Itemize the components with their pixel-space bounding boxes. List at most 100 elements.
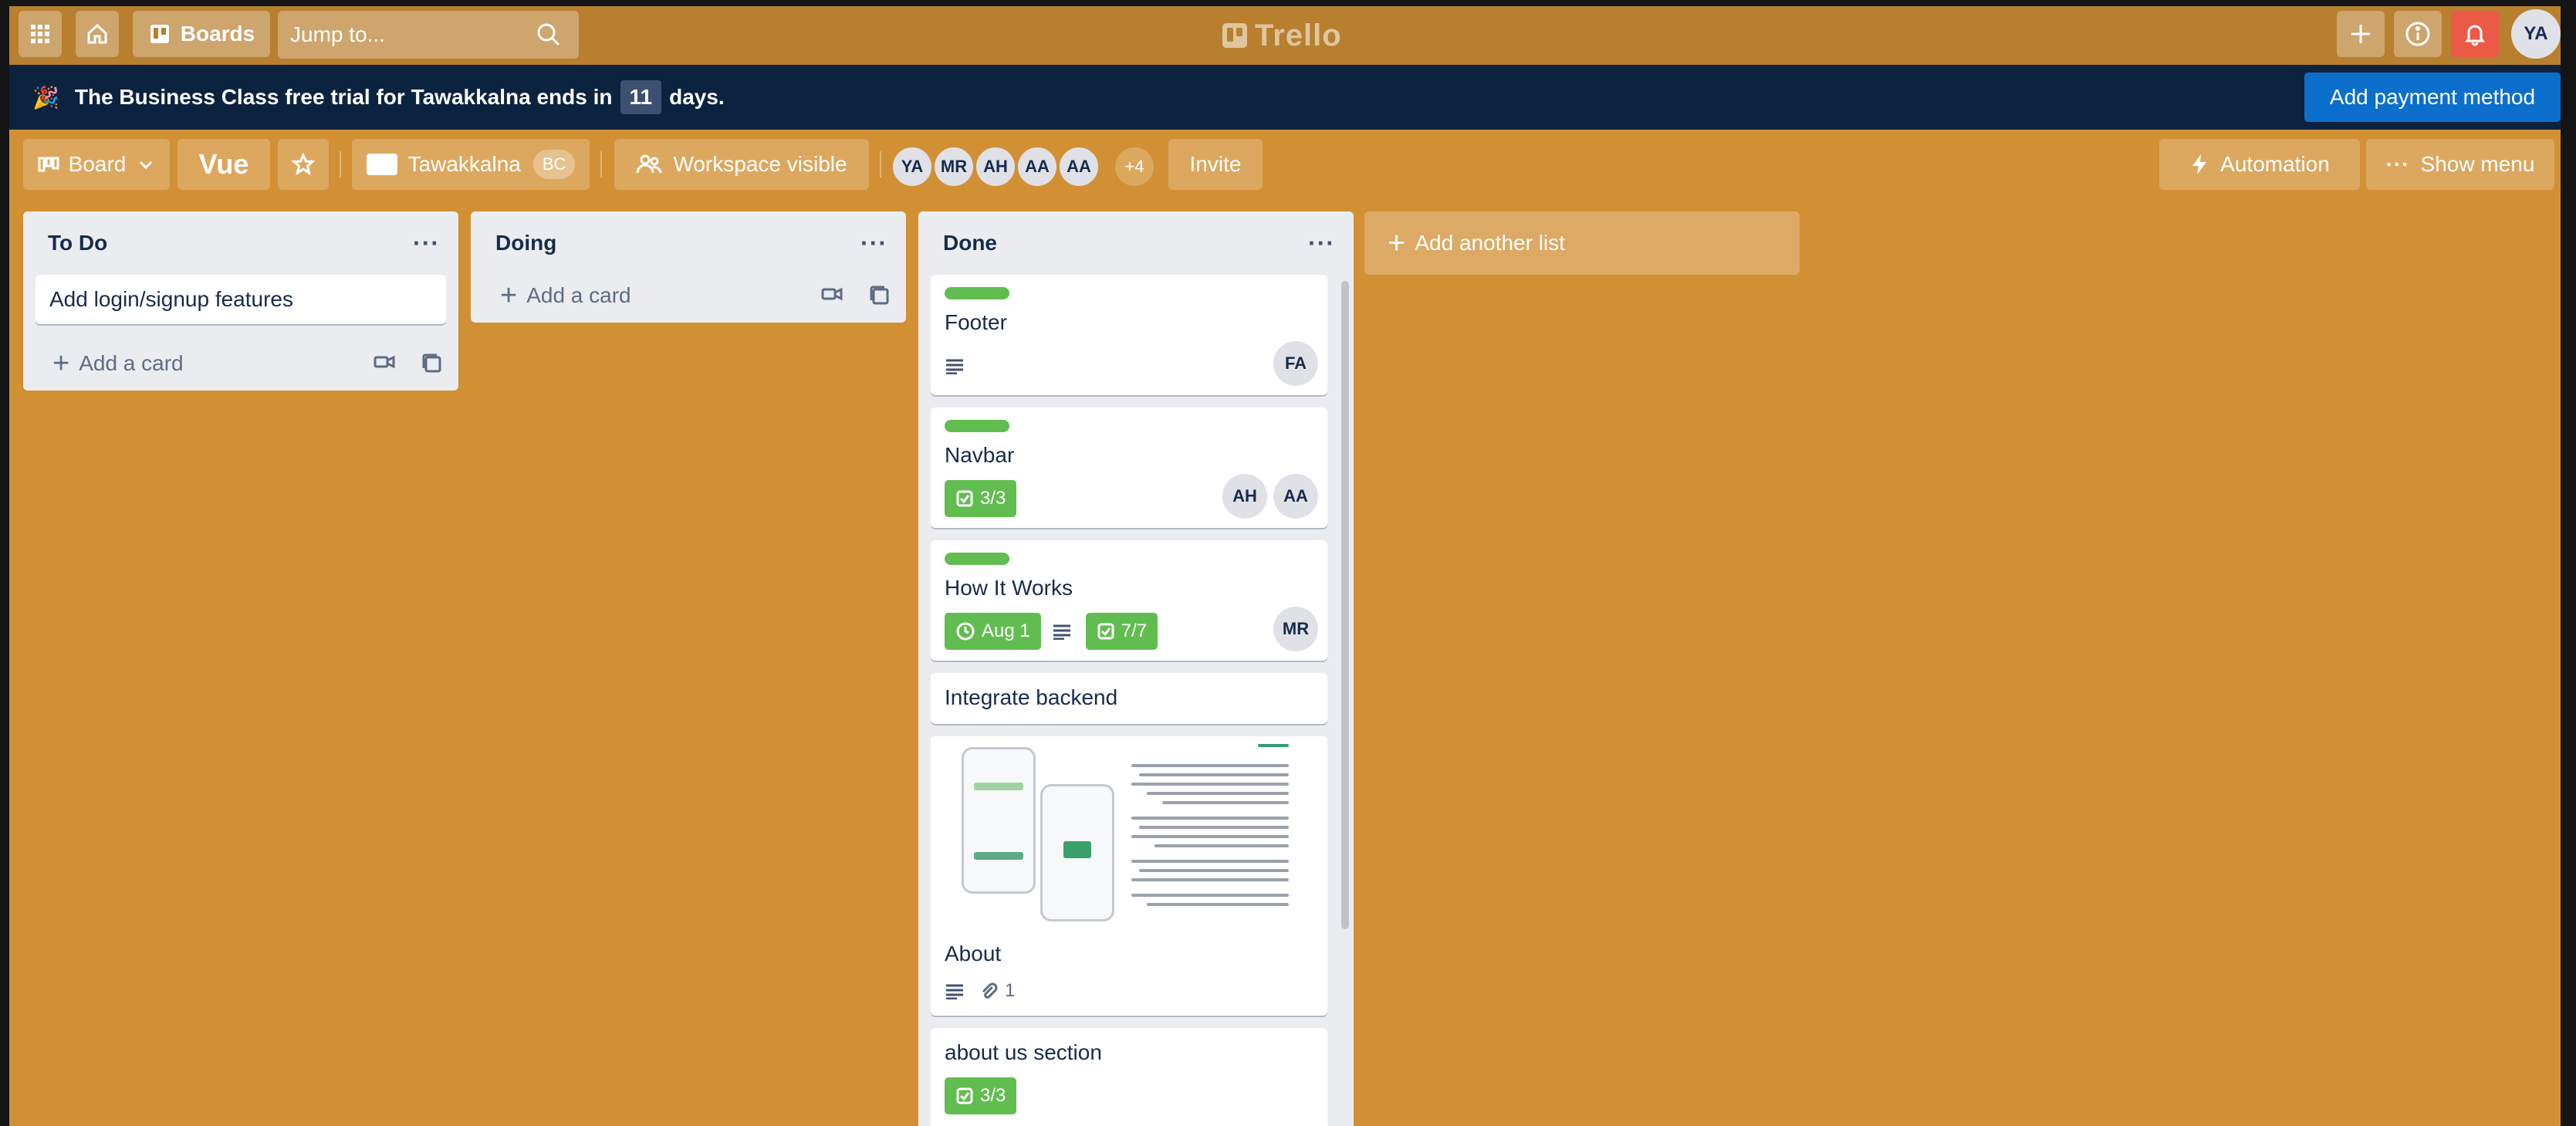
star-button[interactable] (278, 139, 329, 190)
card-title: Footer (945, 310, 1007, 334)
card[interactable]: Integrate backend (931, 673, 1327, 724)
plus-icon: + (52, 347, 70, 380)
list-title[interactable]: Done (943, 231, 997, 255)
info-icon (2405, 22, 2430, 46)
user-avatar[interactable]: YA (2511, 9, 2561, 59)
card-label-green[interactable] (945, 420, 1009, 432)
add-card-button[interactable]: + Add a card (471, 269, 906, 323)
home-button[interactable] (76, 11, 119, 57)
list-header: Doing ··· (471, 211, 906, 275)
automation-button[interactable]: Automation (2159, 139, 2360, 190)
header-divider (340, 151, 341, 178)
card-member-avatar[interactable]: AH (1222, 474, 1267, 519)
list-title[interactable]: Doing (495, 231, 556, 255)
card-template-icon[interactable] (421, 353, 443, 374)
add-card-label: Add a card (526, 283, 631, 307)
member-avatar[interactable]: AA (1016, 145, 1059, 188)
card-label-green[interactable] (945, 287, 1009, 299)
automation-label: Automation (2220, 152, 2330, 176)
notifications-button[interactable] (2451, 11, 2499, 57)
attachments-badge: 1 (979, 980, 1015, 1002)
top-nav: Boards Trello YA (9, 6, 2561, 65)
bell-icon (2465, 25, 2485, 46)
list-to-do: To Do ··· Add login/signup features + Ad… (23, 211, 458, 391)
search-input[interactable] (290, 22, 522, 47)
card-title: About (945, 942, 1002, 965)
star-icon (292, 153, 315, 176)
banner-text-after: days. (669, 85, 725, 109)
due-date: Aug 1 (982, 620, 1030, 641)
more-dots-icon: ··· (2385, 152, 2410, 176)
boards-button[interactable]: Boards (133, 11, 270, 57)
search-icon (537, 23, 560, 46)
list-menu-button[interactable]: ··· (1308, 231, 1335, 255)
card[interactable]: Add login/signup features (35, 275, 446, 324)
plus-icon: + (1388, 225, 1406, 260)
board-view-switcher[interactable]: Board (23, 139, 170, 190)
card-title: about us section (945, 1040, 1102, 1064)
description-icon (945, 357, 965, 374)
party-icon: 🎉 (32, 85, 59, 110)
list-scrollbar[interactable] (1341, 281, 1349, 929)
banner-text-before: The Business Class free trial for Tawakk… (74, 85, 613, 109)
description-icon (1052, 623, 1072, 640)
due-date-badge[interactable]: Aug 1 (945, 613, 1041, 650)
list-header: Done ··· (918, 211, 1354, 275)
invite-button[interactable]: Invite (1168, 139, 1263, 190)
search-box[interactable] (278, 11, 579, 59)
card[interactable]: Footer FA (931, 275, 1327, 395)
more-members-button[interactable]: +4 (1113, 145, 1156, 188)
card-member-avatar[interactable]: MR (1273, 607, 1318, 651)
visibility-button[interactable]: Workspace visible (614, 139, 869, 190)
card[interactable]: about us section 3/3 (931, 1028, 1327, 1126)
card-template-icon[interactable] (869, 285, 891, 306)
card-title: Add login/signup features (49, 287, 293, 311)
trello-logo[interactable]: Trello (1222, 17, 1342, 54)
add-payment-method-button[interactable]: Add payment method (2304, 73, 2561, 122)
member-avatar[interactable]: MR (932, 145, 975, 188)
add-list-button[interactable]: + Add another list (1364, 211, 1800, 275)
board-name[interactable]: Vue (177, 139, 270, 190)
card[interactable]: How It Works Aug 1 7/7 MR (931, 540, 1327, 661)
workspace-button[interactable]: Tawakkalna BC (352, 139, 590, 190)
app-switcher-button[interactable] (19, 11, 62, 57)
video-icon[interactable] (821, 285, 843, 303)
grid-icon (31, 25, 49, 43)
lightning-icon (2192, 154, 2207, 174)
video-icon[interactable] (374, 353, 395, 371)
card-member-avatar[interactable]: AA (1273, 474, 1318, 519)
card[interactable]: About 1 (931, 736, 1327, 1016)
plus-icon: + (500, 279, 518, 312)
list-done: Done ··· Footer FA Navbar 3/3 AH AA How … (918, 211, 1354, 1126)
visibility-label: Workspace visible (673, 152, 847, 176)
card-title: Navbar (945, 443, 1015, 467)
attachments-count: 1 (1005, 980, 1016, 1001)
add-card-button[interactable]: + Add a card (23, 336, 458, 391)
plus-icon (2351, 25, 2370, 43)
list-title[interactable]: To Do (48, 231, 107, 255)
add-card-label: Add a card (79, 351, 184, 375)
member-avatar[interactable]: AA (1057, 145, 1100, 188)
add-list-label: Add another list (1415, 231, 1565, 255)
create-button[interactable] (2337, 11, 2385, 57)
trello-window: Boards Trello YA (9, 6, 2561, 1126)
clock-icon (956, 622, 975, 641)
header-divider (600, 151, 602, 178)
description-icon (945, 982, 965, 999)
member-avatar[interactable]: YA (891, 145, 934, 188)
checklist-icon (1097, 623, 1114, 640)
info-button[interactable] (2394, 11, 2442, 57)
show-menu-button[interactable]: ··· Show menu (2366, 139, 2554, 190)
card-member-avatar[interactable]: FA (1273, 341, 1318, 386)
checklist-badge: 3/3 (945, 480, 1017, 517)
attachment-cover-image (931, 736, 1327, 929)
card-label-green[interactable] (945, 553, 1009, 565)
checklist-count: 7/7 (1121, 620, 1148, 641)
list-menu-button[interactable]: ··· (413, 231, 440, 255)
member-avatar[interactable]: AH (974, 145, 1017, 188)
checklist-icon (956, 1087, 973, 1104)
list-doing: Doing ··· + Add a card (471, 211, 906, 323)
list-menu-button[interactable]: ··· (860, 231, 887, 255)
card-title: Integrate backend (945, 685, 1118, 709)
card[interactable]: Navbar 3/3 AH AA (931, 407, 1327, 528)
